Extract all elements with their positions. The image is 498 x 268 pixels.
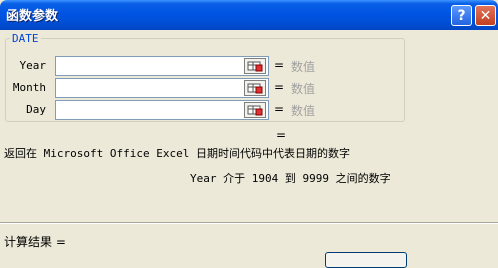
help-button[interactable]: ? xyxy=(451,5,472,26)
close-button[interactable]: ✕ xyxy=(475,5,496,26)
arg-row-year: Year = 数值 xyxy=(0,56,498,76)
function-result-equals: = xyxy=(276,128,287,142)
arg-label-year: Year xyxy=(19,59,47,72)
year-equals: = xyxy=(274,58,285,72)
year-collapse-button[interactable] xyxy=(244,58,266,74)
month-hint: 数值 xyxy=(291,82,316,96)
ok-button-partial[interactable] xyxy=(325,252,407,268)
arg-row-day: Day = 数值 xyxy=(0,100,498,120)
arg-label-month: Month xyxy=(12,81,46,94)
month-input[interactable] xyxy=(55,78,269,98)
arg-label-day: Day xyxy=(26,103,46,116)
window-title: 函数参数 xyxy=(6,9,59,24)
calc-result-label: 计算结果 = xyxy=(4,235,66,249)
year-input[interactable] xyxy=(55,56,269,76)
month-collapse-button[interactable] xyxy=(244,80,266,96)
day-equals: = xyxy=(274,102,285,116)
day-collapse-button[interactable] xyxy=(244,102,266,118)
range-select-icon xyxy=(247,83,263,94)
day-hint: 数值 xyxy=(291,104,316,118)
title-bar: 函数参数 ? ✕ xyxy=(0,0,498,30)
function-description: 返回在 Microsoft Office Excel 日期时间代码中代表日期的数… xyxy=(4,147,350,160)
year-hint: 数值 xyxy=(291,60,316,74)
parameter-description: Year 介于 1904 到 9999 之间的数字 xyxy=(190,172,391,185)
month-equals: = xyxy=(274,80,285,94)
function-name: DATE xyxy=(10,32,41,45)
day-input[interactable] xyxy=(55,100,269,120)
divider xyxy=(0,222,498,224)
range-select-icon xyxy=(247,61,263,72)
arg-row-month: Month = 数值 xyxy=(0,78,498,98)
range-select-icon xyxy=(247,105,263,116)
